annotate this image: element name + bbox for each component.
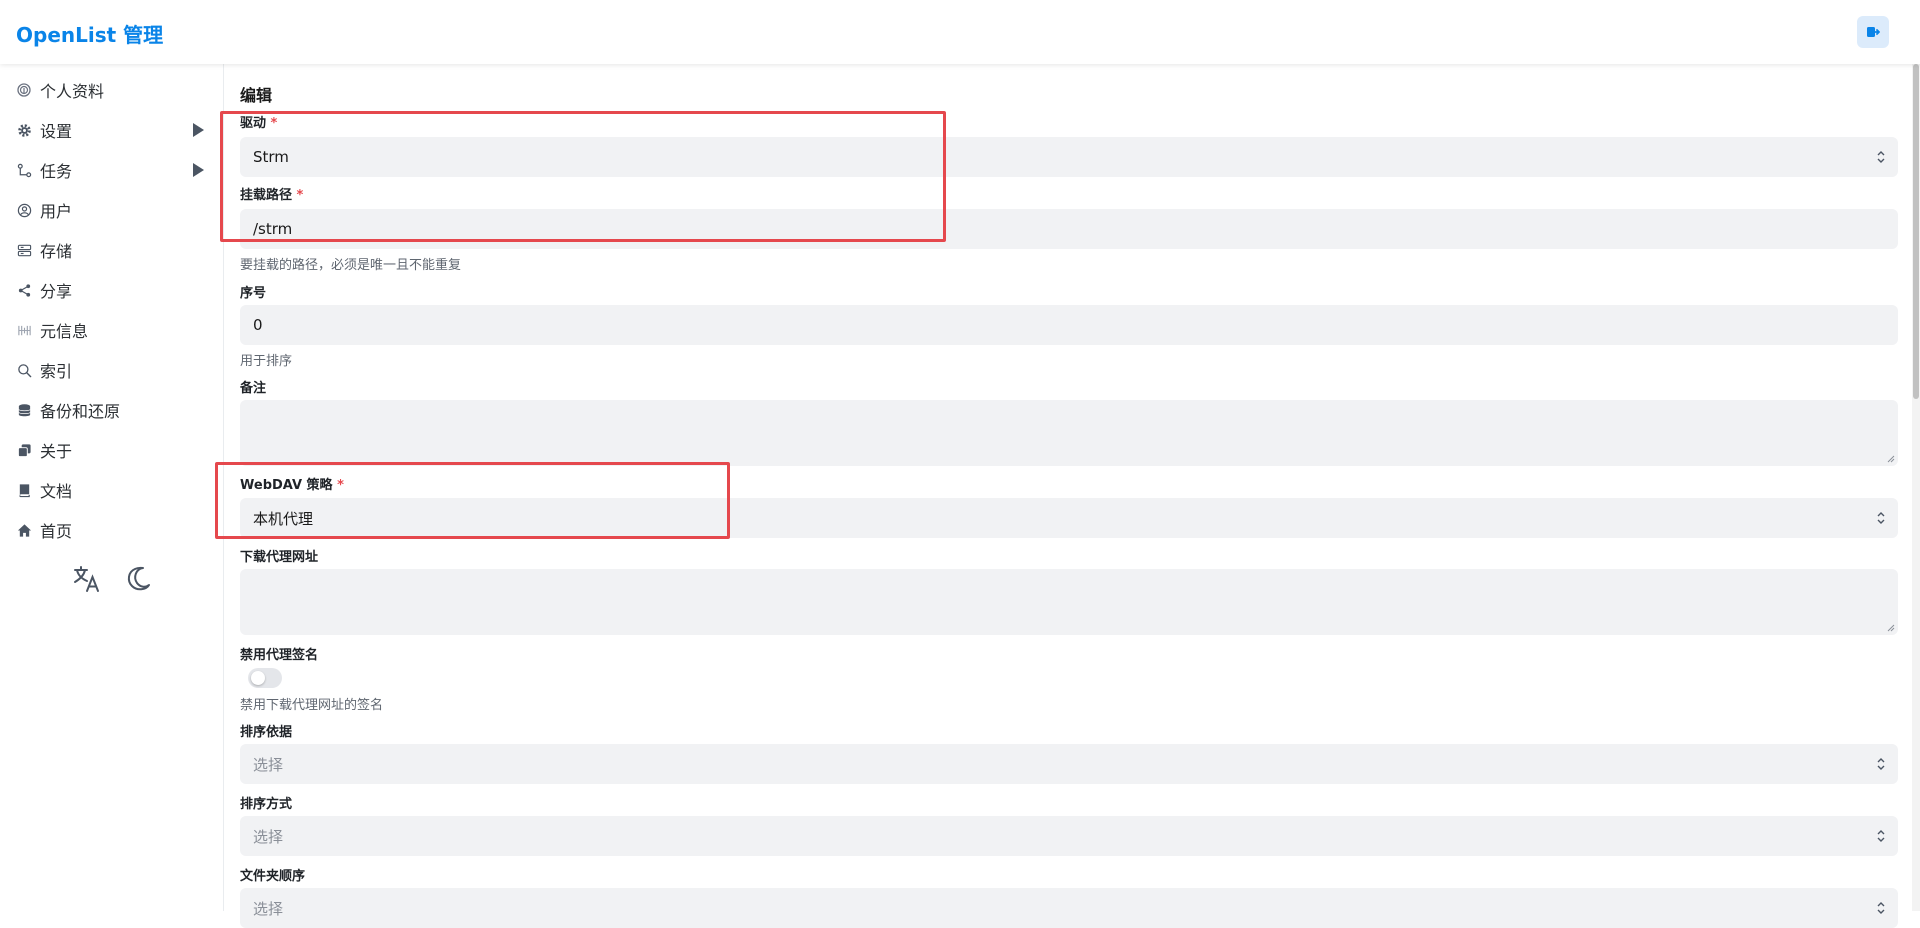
- search-icon: [16, 362, 32, 378]
- folder-order-label: 文件夹顺序: [240, 869, 306, 884]
- sidebar-item-index[interactable]: 索引: [0, 350, 224, 390]
- sidebar-item-label: 个人资料: [40, 82, 105, 101]
- disable-proxy-sign-toggle[interactable]: [248, 668, 282, 688]
- order-value: 0: [253, 316, 263, 334]
- gear-icon: [16, 122, 32, 138]
- down-proxy-url-textarea[interactable]: [240, 569, 1898, 635]
- logout-button[interactable]: [1857, 16, 1889, 48]
- sidebar-item-backup[interactable]: 备份和还原: [0, 390, 224, 430]
- order-label: 序号: [240, 286, 267, 301]
- sidebar-item-storage[interactable]: 存储: [0, 230, 224, 270]
- disable-proxy-sign-help: 禁用下载代理网址的签名: [240, 698, 384, 713]
- disable-proxy-sign-label: 禁用代理签名: [240, 648, 319, 663]
- expand-arrow-icon[interactable]: [193, 163, 204, 177]
- resize-handle-icon[interactable]: [1887, 455, 1895, 463]
- tasks-icon: [16, 162, 32, 178]
- top-header: OpenList 管理: [0, 0, 1920, 64]
- order-by-placeholder: 选择: [253, 755, 284, 774]
- sidebar-item-tasks[interactable]: 任务: [0, 150, 224, 190]
- sidebar-item-label: 首页: [40, 522, 73, 541]
- select-arrows-icon: [1877, 512, 1885, 524]
- book-icon: [16, 482, 32, 498]
- toggle-knob: [251, 671, 265, 685]
- folder-order-placeholder: 选择: [253, 899, 284, 918]
- order-direction-placeholder: 选择: [253, 827, 284, 846]
- translate-icon[interactable]: [72, 564, 102, 598]
- highlight-box-driver-mount: [220, 111, 946, 242]
- scrollbar-thumb[interactable]: [1913, 64, 1919, 399]
- sidebar: 个人资料 设置 任务 用户 存储 分享 元信息 索引 备份和还原 关于 文档 首…: [0, 64, 224, 911]
- sidebar-item-home[interactable]: 首页: [0, 510, 224, 550]
- order-input[interactable]: 0: [240, 305, 1898, 345]
- sidebar-item-meta[interactable]: 元信息: [0, 310, 224, 350]
- meta-icon: [16, 322, 32, 338]
- select-arrows-icon: [1877, 758, 1885, 770]
- sidebar-item-label: 用户: [40, 202, 73, 221]
- resize-handle-icon[interactable]: [1887, 624, 1895, 632]
- database-icon: [16, 402, 32, 418]
- select-arrows-icon: [1877, 830, 1885, 842]
- sidebar-item-share[interactable]: 分享: [0, 270, 224, 310]
- page-title: 编辑: [240, 86, 273, 105]
- sidebar-item-users[interactable]: 用户: [0, 190, 224, 230]
- sidebar-item-label: 存储: [40, 242, 73, 261]
- sidebar-item-label: 分享: [40, 282, 73, 301]
- sidebar-item-settings[interactable]: 设置: [0, 110, 224, 150]
- page-scrollbar[interactable]: [1912, 64, 1920, 911]
- copy-icon: [16, 442, 32, 458]
- home-icon: [16, 522, 32, 538]
- sidebar-item-label: 文档: [40, 482, 73, 501]
- order-by-label: 排序依据: [240, 725, 293, 740]
- sidebar-item-label: 索引: [40, 362, 73, 381]
- select-arrows-icon: [1877, 151, 1885, 163]
- folder-order-select[interactable]: 选择: [240, 888, 1898, 928]
- sidebar-tools: [72, 564, 152, 598]
- remark-label: 备注: [240, 381, 267, 396]
- highlight-box-webdav-policy: [215, 462, 730, 539]
- user-icon: [16, 202, 32, 218]
- sidebar-item-label: 元信息: [40, 322, 89, 341]
- order-direction-label: 排序方式: [240, 797, 293, 812]
- sidebar-item-label: 设置: [40, 122, 73, 141]
- order-by-select[interactable]: 选择: [240, 744, 1898, 784]
- storage-icon: [16, 242, 32, 258]
- order-help: 用于排序: [240, 354, 293, 369]
- expand-arrow-icon[interactable]: [193, 123, 204, 137]
- mount-path-help: 要挂载的路径，必须是唯一且不能重复: [240, 258, 462, 273]
- down-proxy-url-label: 下载代理网址: [240, 550, 319, 565]
- select-arrows-icon: [1877, 902, 1885, 914]
- moon-icon[interactable]: [124, 564, 152, 598]
- logout-icon: [1867, 27, 1880, 37]
- sidebar-item-label: 任务: [40, 162, 73, 181]
- order-direction-select[interactable]: 选择: [240, 816, 1898, 856]
- sidebar-item-profile[interactable]: 个人资料: [0, 70, 224, 110]
- sidebar-item-about[interactable]: 关于: [0, 430, 224, 470]
- share-icon: [16, 282, 32, 298]
- fingerprint-icon: [16, 82, 32, 98]
- sidebar-item-docs[interactable]: 文档: [0, 470, 224, 510]
- brand-title[interactable]: OpenList 管理: [16, 19, 163, 48]
- sidebar-item-label: 关于: [40, 442, 73, 461]
- remark-textarea[interactable]: [240, 400, 1898, 466]
- sidebar-item-label: 备份和还原: [40, 402, 121, 421]
